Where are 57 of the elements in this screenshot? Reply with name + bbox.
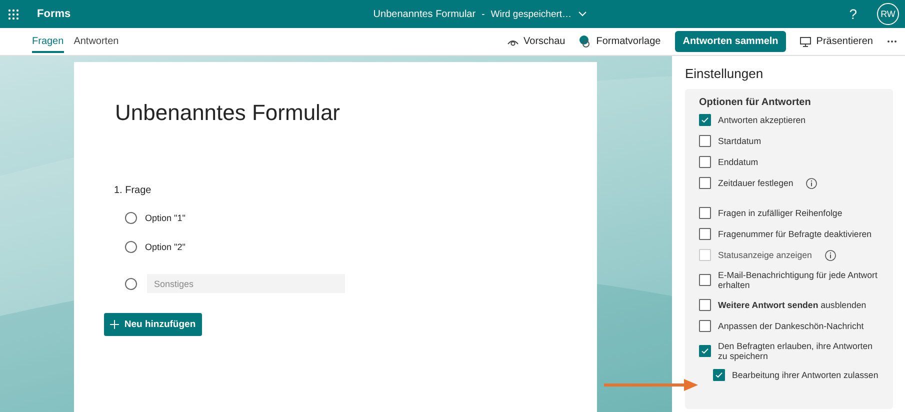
checkbox-label: Statusanzeige anzeigen (718, 250, 812, 260)
checkbox[interactable] (699, 299, 711, 312)
radio-button[interactable] (125, 278, 137, 290)
form-heading: Unbenanntes Formular (115, 100, 340, 126)
checkbox[interactable] (699, 177, 711, 189)
checkbox-label: Enddatum (718, 156, 758, 168)
separator: - (482, 8, 485, 20)
chevron-down-icon[interactable] (578, 11, 587, 17)
tab[interactable]: Antworten (74, 30, 119, 53)
checkbox-label: Antworten akzeptieren (718, 114, 806, 126)
checkbox-label: Bearbeitung ihrer Antworten zulassen (732, 370, 878, 380)
option-label: Option "2" (145, 242, 186, 252)
eye-icon (506, 38, 519, 46)
checkbox-label: Den Befragten erlauben, ihre Antworten zu speichern (718, 341, 874, 362)
plus-icon (110, 320, 120, 329)
app-launcher-icon[interactable] (8, 8, 19, 20)
app-name[interactable]: Forms (37, 8, 71, 20)
other-input-field[interactable]: Sonstiges (147, 274, 345, 293)
user-avatar[interactable]: RW (877, 3, 899, 25)
checkbox-label: Fragenummer für Befragte deaktivieren (718, 228, 872, 240)
more-icon[interactable] (887, 40, 897, 43)
checkbox[interactable] (699, 114, 711, 126)
checkbox[interactable] (699, 320, 711, 332)
checkbox-label: Startdatum (718, 136, 762, 146)
form-title[interactable]: Unbenanntes Formular (373, 8, 476, 20)
checkmark-icon (701, 116, 709, 124)
checkbox[interactable] (699, 156, 711, 168)
checkbox-label: Fragen in zufälliger Reihenfolge (718, 208, 842, 218)
checkmark-icon (701, 347, 709, 356)
checkbox[interactable] (699, 135, 711, 147)
question-title: 1. Frage (114, 185, 152, 196)
palette-icon (579, 35, 592, 48)
save-status: Wird gespeichert… (490, 8, 572, 20)
checkbox-label: E-Mail-Benachrichtigung für jede Antwort erhalten (718, 270, 878, 290)
monitor-icon (800, 36, 812, 46)
radio-button[interactable] (125, 212, 137, 224)
info-icon[interactable] (806, 178, 818, 188)
radio-button[interactable] (125, 241, 137, 253)
checkmark-icon (715, 371, 723, 380)
present-button[interactable]: Präsentieren (816, 36, 873, 47)
style-button[interactable]: Formatvorlage (596, 36, 661, 47)
checkbox[interactable] (699, 345, 711, 358)
checkbox-label: Weitere Antwort senden ausblenden (718, 300, 866, 310)
tab[interactable]: Fragen (32, 30, 64, 53)
preview-button[interactable]: Vorschau (524, 36, 566, 47)
help-button[interactable]: ? (849, 6, 857, 22)
checkbox-label: Zeitdauer festlegen (718, 178, 794, 188)
checkbox[interactable] (699, 228, 711, 240)
panel-title: Einstellungen (685, 66, 764, 81)
checkbox[interactable] (699, 207, 711, 219)
option-label: Option "1" (145, 213, 186, 223)
checkbox[interactable] (713, 369, 725, 382)
section-title: Optionen für Antworten (699, 97, 812, 108)
add-new-button[interactable]: Neu hinzufügen (104, 313, 202, 336)
collect-responses-button[interactable]: Antworten sammeln (674, 31, 786, 52)
checkbox-label: Anpassen der Dankeschön-Nachricht (718, 321, 864, 332)
checkbox[interactable] (699, 274, 711, 286)
